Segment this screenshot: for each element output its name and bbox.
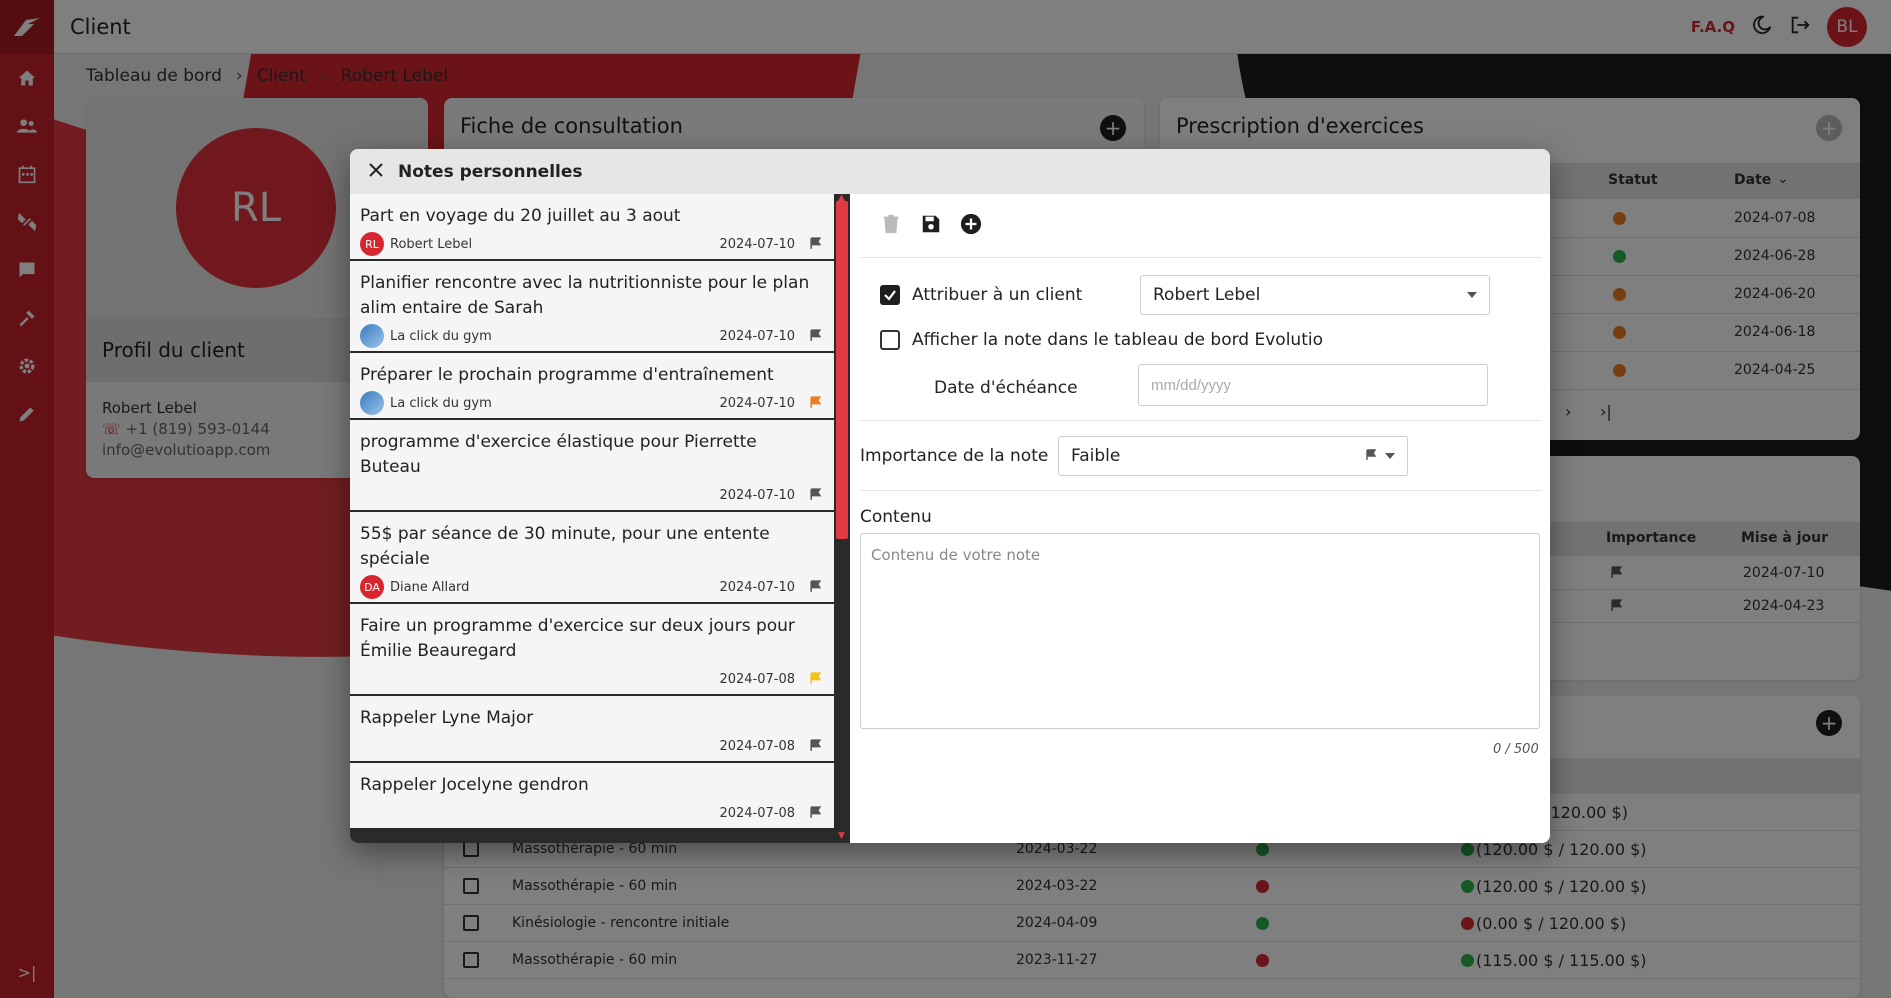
save-icon[interactable]: [920, 213, 942, 239]
flag-icon: [809, 670, 822, 689]
client-select[interactable]: Robert Lebel: [1140, 275, 1490, 315]
author-avatar: [360, 324, 384, 348]
note-list-item[interactable]: 55$ par séance de 30 minute, pour une en…: [350, 512, 834, 602]
flag-icon: [809, 394, 822, 413]
delete-icon[interactable]: [880, 213, 902, 239]
flag-icon: [1365, 446, 1377, 466]
note-date: 2024-07-10: [719, 579, 795, 595]
note-meta: La click du gym 2024-07-10: [360, 388, 822, 418]
show-dashboard-row: Afficher la note dans le tableau de bord…: [880, 330, 1323, 350]
author-name: La click du gym: [390, 328, 492, 344]
note-list-item[interactable]: Faire un programme d'exercice sur deux j…: [350, 604, 834, 694]
note-meta: 2024-07-08: [360, 731, 822, 761]
note-title: 55$ par séance de 30 minute, pour une en…: [360, 524, 770, 569]
note-author: RL Robert Lebel: [360, 232, 472, 256]
personal-notes-modal: Notes personnelles Part en voyage du 20 …: [350, 149, 1550, 843]
flag-icon: [809, 804, 822, 823]
importance-label: Importance de la note: [860, 446, 1049, 466]
note-date: 2024-07-10: [719, 236, 795, 252]
notes-scrollbar-thumb[interactable]: [836, 201, 848, 539]
note-list-item[interactable]: programme d'exercice élastique pour Pier…: [350, 420, 834, 510]
flag-icon: [809, 486, 822, 505]
character-counter: 0 / 500: [1493, 742, 1539, 757]
content-label: Contenu: [860, 507, 932, 527]
importance-value: Faible: [1071, 446, 1121, 466]
scroll-down-icon[interactable]: ▼: [838, 831, 846, 841]
note-date: 2024-07-08: [719, 738, 795, 754]
show-dashboard-checkbox[interactable]: [880, 330, 900, 350]
add-note-icon[interactable]: [960, 213, 982, 239]
author-avatar: DA: [360, 575, 384, 599]
note-editor: Attribuer à un client Robert Lebel Affic…: [860, 194, 1550, 843]
due-date-input[interactable]: mm/dd/yyyy: [1138, 364, 1488, 406]
note-date: 2024-07-08: [719, 805, 795, 821]
note-meta: 2024-07-08: [360, 664, 822, 694]
note-title: Planifier rencontre avec la nutritionnis…: [360, 273, 810, 318]
note-title: Rappeler Jocelyne gendron: [360, 775, 589, 795]
modal-header: Notes personnelles: [350, 149, 1550, 194]
author-name: Robert Lebel: [390, 236, 473, 252]
assign-client-row: Attribuer à un client: [880, 285, 1082, 305]
show-dashboard-label: Afficher la note dans le tableau de bord…: [912, 330, 1323, 350]
note-author: DA Diane Allard: [360, 575, 469, 599]
note-meta: 2024-07-10: [360, 480, 822, 510]
note-meta: DA Diane Allard 2024-07-10: [360, 572, 822, 602]
flag-icon: [809, 578, 822, 597]
editor-toolbar: [860, 194, 1542, 258]
note-date: 2024-07-10: [719, 395, 795, 411]
note-meta: RL Robert Lebel 2024-07-10: [360, 229, 822, 259]
flag-icon: [809, 327, 822, 346]
author-avatar: RL: [360, 232, 384, 256]
note-list-item[interactable]: Planifier rencontre avec la nutritionnis…: [350, 261, 834, 351]
note-list-item[interactable]: Part en voyage du 20 juillet au 3 aout RL…: [350, 194, 834, 259]
note-list-item[interactable]: Rappeler Lyne Major 2024-07-08: [350, 696, 834, 761]
note-title: Part en voyage du 20 juillet au 3 aout: [360, 206, 681, 226]
author-avatar: [360, 391, 384, 415]
notes-list: Part en voyage du 20 juillet au 3 aout RL…: [350, 194, 834, 843]
flag-icon: [809, 235, 822, 254]
chevron-down-icon: [1467, 292, 1477, 298]
note-meta: La click du gym 2024-07-10: [360, 321, 822, 351]
content-textarea[interactable]: Contenu de votre note: [860, 533, 1540, 729]
due-date-label: Date d'échéance: [934, 378, 1078, 398]
modal-title: Notes personnelles: [398, 161, 583, 182]
assign-client-label: Attribuer à un client: [912, 285, 1083, 305]
assign-client-checkbox[interactable]: [880, 285, 900, 305]
flag-icon: [809, 737, 822, 756]
importance-select[interactable]: Faible: [1058, 436, 1408, 476]
note-date: 2024-07-10: [719, 487, 795, 503]
note-author: La click du gym: [360, 391, 492, 415]
note-date: 2024-07-10: [719, 328, 795, 344]
scroll-up-icon[interactable]: ▲: [838, 193, 846, 203]
note-list-item[interactable]: Préparer le prochain programme d'entraîn…: [350, 353, 834, 418]
note-date: 2024-07-08: [719, 671, 795, 687]
author-name: La click du gym: [390, 395, 492, 411]
note-author: La click du gym: [360, 324, 492, 348]
note-meta: 2024-07-08: [360, 798, 822, 828]
note-title: Faire un programme d'exercice sur deux j…: [360, 616, 795, 661]
chevron-down-icon: [1385, 453, 1395, 459]
close-icon[interactable]: [368, 162, 384, 182]
note-title: Rappeler Lyne Major: [360, 708, 534, 728]
note-list-item[interactable]: Rappeler Jocelyne gendron 2024-07-08: [350, 763, 834, 828]
note-title: programme d'exercice élastique pour Pier…: [360, 432, 757, 477]
author-name: Diane Allard: [390, 579, 470, 595]
client-select-value: Robert Lebel: [1153, 285, 1261, 305]
note-title: Préparer le prochain programme d'entraîn…: [360, 365, 774, 385]
